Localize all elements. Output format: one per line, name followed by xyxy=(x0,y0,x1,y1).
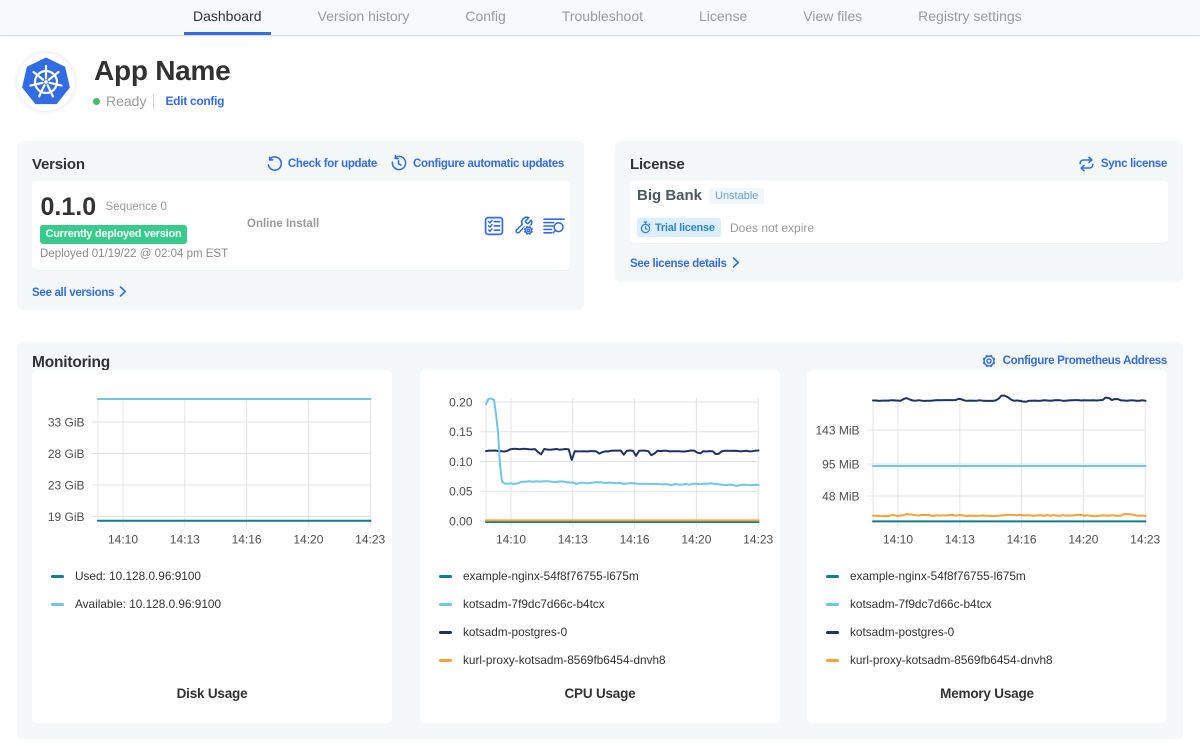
svg-text:14:23: 14:23 xyxy=(355,533,385,547)
svg-text:28 GiB: 28 GiB xyxy=(48,447,85,461)
svg-text:14:20: 14:20 xyxy=(1068,533,1098,547)
svg-text:0.05: 0.05 xyxy=(449,485,473,499)
svg-text:48 MiB: 48 MiB xyxy=(822,489,859,503)
svg-text:23 GiB: 23 GiB xyxy=(48,478,85,492)
svg-text:14:10: 14:10 xyxy=(883,533,913,547)
svg-text:14:10: 14:10 xyxy=(108,533,138,547)
svg-text:33 GiB: 33 GiB xyxy=(48,415,85,429)
svg-text:14:16: 14:16 xyxy=(1007,533,1037,547)
svg-text:14:23: 14:23 xyxy=(743,533,773,547)
svg-text:14:23: 14:23 xyxy=(1130,533,1160,547)
svg-text:14:13: 14:13 xyxy=(558,533,588,547)
svg-text:14:20: 14:20 xyxy=(681,533,711,547)
svg-text:14:16: 14:16 xyxy=(620,533,650,547)
svg-text:0.00: 0.00 xyxy=(449,514,473,528)
svg-text:0.10: 0.10 xyxy=(449,455,473,469)
svg-text:14:13: 14:13 xyxy=(945,533,975,547)
svg-text:0.20: 0.20 xyxy=(449,395,473,409)
svg-text:14:20: 14:20 xyxy=(293,533,323,547)
svg-text:14:13: 14:13 xyxy=(170,533,200,547)
svg-text:0.15: 0.15 xyxy=(449,425,473,439)
svg-text:19 GiB: 19 GiB xyxy=(48,510,85,524)
svg-text:143 MiB: 143 MiB xyxy=(815,423,859,437)
svg-text:14:16: 14:16 xyxy=(232,533,262,547)
svg-text:14:10: 14:10 xyxy=(496,533,526,547)
svg-text:95 MiB: 95 MiB xyxy=(822,457,859,471)
